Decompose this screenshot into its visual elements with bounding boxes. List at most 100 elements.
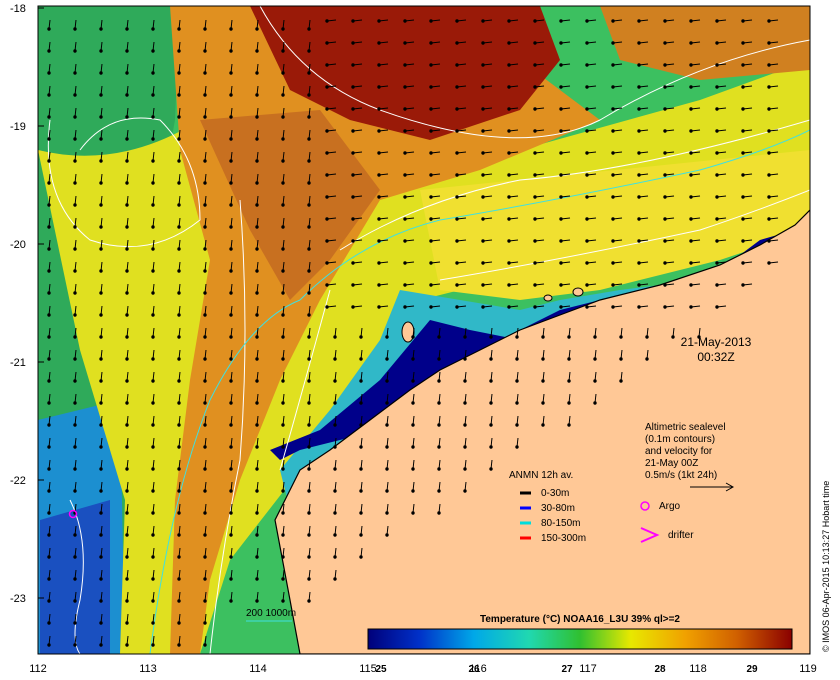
velocity-arrow-head xyxy=(403,63,407,67)
velocity-arrow-head xyxy=(125,71,129,75)
velocity-arrow-head xyxy=(385,357,389,361)
velocity-arrow-head xyxy=(325,41,329,45)
velocity-arrow-head xyxy=(663,63,667,67)
velocity-arrow-head xyxy=(99,137,103,141)
velocity-arrow-head xyxy=(429,41,433,45)
velocity-arrow-head xyxy=(481,151,485,155)
velocity-arrow-head xyxy=(403,195,407,199)
velocity-arrow-head xyxy=(281,49,285,53)
velocity-arrow-head xyxy=(281,467,285,471)
velocity-arrow-head xyxy=(359,555,363,559)
velocity-arrow-head xyxy=(767,261,771,265)
velocity-arrow-head xyxy=(411,511,415,515)
velocity-arrow-head xyxy=(359,423,363,427)
velocity-arrow-head xyxy=(177,357,181,361)
velocity-arrow-head xyxy=(385,423,389,427)
velocity-arrow-head xyxy=(767,19,771,23)
velocity-arrow-head xyxy=(73,599,77,603)
velocity-arrow-head xyxy=(689,151,693,155)
velocity-arrow-head xyxy=(403,239,407,243)
velocity-arrow-head xyxy=(611,239,615,243)
velocity-arrow-head xyxy=(689,217,693,221)
velocity-arrow-head xyxy=(177,555,181,559)
velocity-arrow-head xyxy=(177,247,181,251)
velocity-arrow-head xyxy=(689,239,693,243)
velocity-arrow-head xyxy=(99,93,103,97)
velocity-arrow-head xyxy=(507,63,511,67)
velocity-arrow-head xyxy=(507,173,511,177)
velocity-arrow-head xyxy=(541,401,545,405)
velocity-arrow-head xyxy=(73,49,77,53)
velocity-arrow-head xyxy=(229,489,233,493)
velocity-arrow-head xyxy=(125,577,129,581)
svg-text:200 1000m: 200 1000m xyxy=(246,608,296,619)
velocity-arrow-head xyxy=(255,423,259,427)
velocity-arrow-head xyxy=(229,49,233,53)
velocity-arrow-head xyxy=(255,137,259,141)
velocity-arrow-head xyxy=(507,283,511,287)
velocity-arrow-head xyxy=(611,107,615,111)
velocity-arrow-head xyxy=(429,19,433,23)
velocity-arrow-head xyxy=(515,401,519,405)
velocity-arrow-head xyxy=(377,283,381,287)
velocity-arrow-head xyxy=(177,71,181,75)
velocity-arrow-head xyxy=(325,85,329,89)
velocity-arrow-head xyxy=(203,555,207,559)
velocity-arrow-head xyxy=(541,335,545,339)
velocity-arrow-head xyxy=(455,85,459,89)
velocity-arrow-head xyxy=(507,41,511,45)
velocity-arrow-head xyxy=(429,129,433,133)
velocity-arrow-head xyxy=(177,445,181,449)
velocity-arrow-head xyxy=(151,71,155,75)
velocity-arrow-head xyxy=(455,283,459,287)
velocity-arrow-head xyxy=(125,93,129,97)
velocity-arrow-head xyxy=(481,85,485,89)
velocity-arrow-head xyxy=(663,305,667,309)
velocity-arrow-head xyxy=(377,129,381,133)
velocity-arrow-head xyxy=(229,423,233,427)
velocity-arrow-head xyxy=(689,129,693,133)
velocity-arrow-head xyxy=(663,129,667,133)
velocity-arrow-head xyxy=(125,467,129,471)
velocity-arrow-head xyxy=(47,93,51,97)
velocity-arrow-head xyxy=(351,85,355,89)
velocity-arrow-head xyxy=(463,335,467,339)
velocity-arrow-head xyxy=(281,137,285,141)
velocity-arrow-head xyxy=(559,85,563,89)
velocity-arrow-head xyxy=(333,511,337,515)
svg-text:112: 112 xyxy=(29,663,47,675)
svg-text:117: 117 xyxy=(579,663,597,675)
velocity-arrow-head xyxy=(481,305,485,309)
velocity-arrow-head xyxy=(203,115,207,119)
velocity-arrow-head xyxy=(481,261,485,265)
velocity-arrow-head xyxy=(663,261,667,265)
velocity-arrow-head xyxy=(99,555,103,559)
velocity-arrow-head xyxy=(463,401,467,405)
velocity-arrow-head xyxy=(411,467,415,471)
velocity-arrow-head xyxy=(73,335,77,339)
velocity-arrow-head xyxy=(715,173,719,177)
velocity-arrow-head xyxy=(559,151,563,155)
velocity-arrow-head xyxy=(333,577,337,581)
velocity-arrow-head xyxy=(307,27,311,31)
velocity-arrow-head xyxy=(455,41,459,45)
velocity-arrow-head xyxy=(663,151,667,155)
velocity-arrow-head xyxy=(463,445,467,449)
velocity-arrow-head xyxy=(203,93,207,97)
velocity-arrow-head xyxy=(359,357,363,361)
velocity-arrow-head xyxy=(515,423,519,427)
velocity-arrow-head xyxy=(715,85,719,89)
velocity-arrow-head xyxy=(307,335,311,339)
velocity-arrow-head xyxy=(203,49,207,53)
velocity-arrow-head xyxy=(741,151,745,155)
velocity-arrow-head xyxy=(255,71,259,75)
velocity-arrow-head xyxy=(47,445,51,449)
velocity-arrow-head xyxy=(351,129,355,133)
velocity-arrow-head xyxy=(533,151,537,155)
velocity-arrow-head xyxy=(281,71,285,75)
velocity-arrow-head xyxy=(429,239,433,243)
velocity-arrow-head xyxy=(507,129,511,133)
velocity-arrow-head xyxy=(255,313,259,317)
velocity-arrow-head xyxy=(559,283,563,287)
velocity-arrow-head xyxy=(611,195,615,199)
